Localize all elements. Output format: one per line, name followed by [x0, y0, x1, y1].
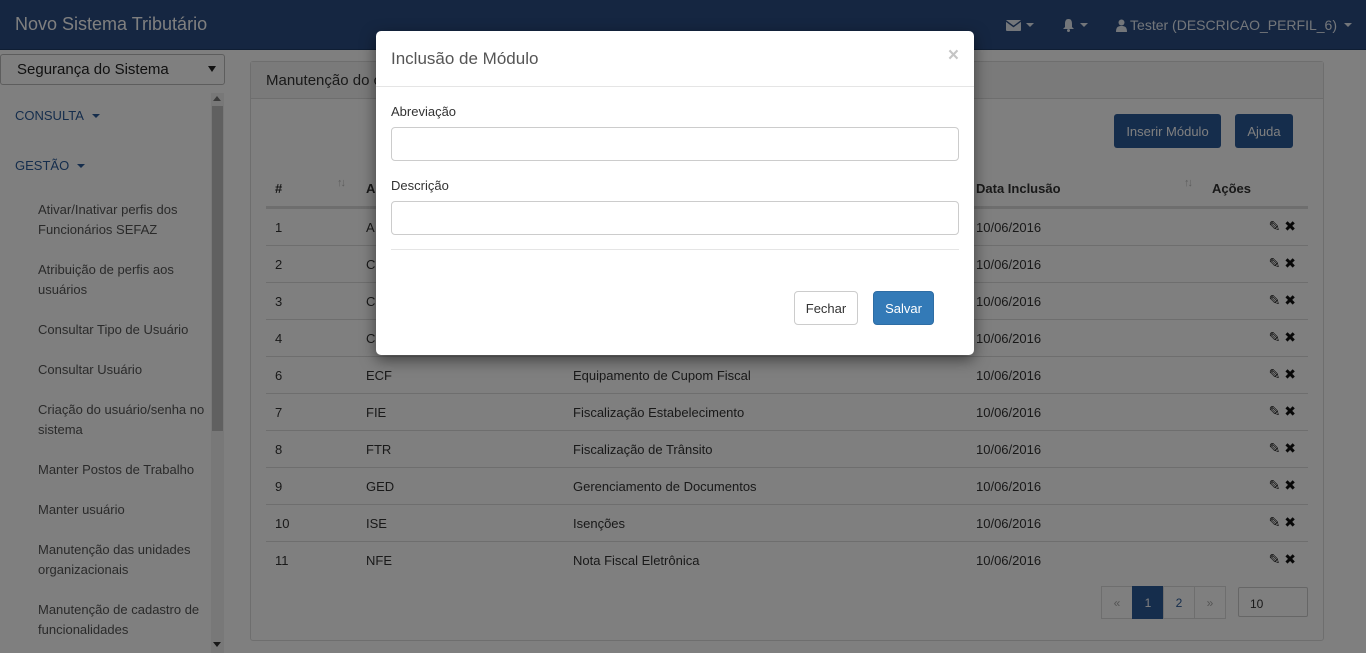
- close-icon[interactable]: ×: [948, 45, 959, 67]
- abbreviation-label: Abreviação: [391, 104, 457, 119]
- abbreviation-input[interactable]: [391, 127, 959, 161]
- close-button[interactable]: Fechar: [794, 291, 858, 325]
- modal-header: Inclusão de Módulo ×: [376, 31, 974, 87]
- description-label: Descrição: [391, 178, 449, 193]
- include-module-modal: Inclusão de Módulo × Abreviação Descriçã…: [376, 31, 974, 355]
- description-input[interactable]: [391, 201, 959, 235]
- modal-title: Inclusão de Módulo: [391, 49, 539, 68]
- save-button[interactable]: Salvar: [873, 291, 934, 325]
- modal-divider: [391, 249, 959, 250]
